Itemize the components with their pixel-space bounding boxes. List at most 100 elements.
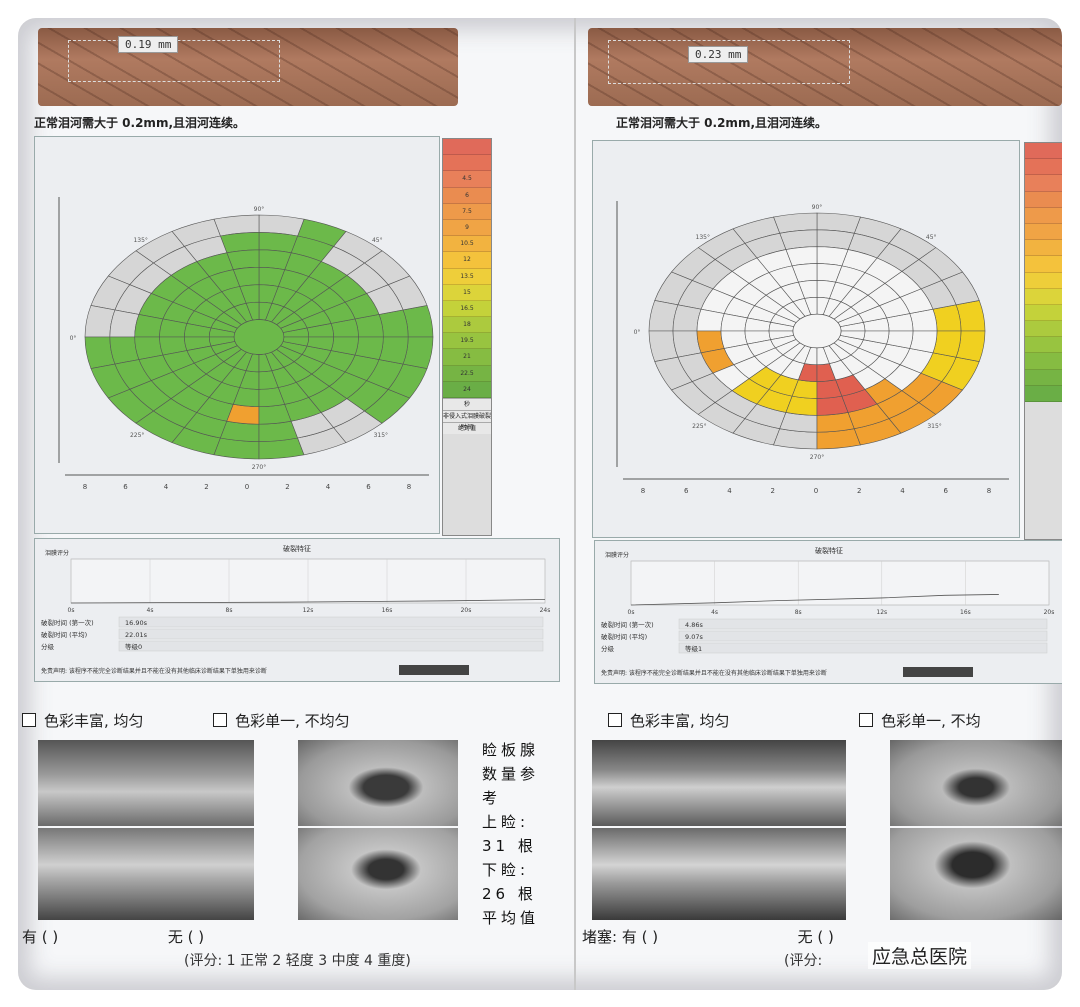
graph-title: 破裂特征 bbox=[815, 546, 843, 555]
graph-row-label: 破裂时间 (平均) bbox=[41, 630, 87, 639]
map-x-tick: 4 bbox=[727, 487, 732, 495]
scale-cell bbox=[1025, 304, 1062, 322]
scale-cell bbox=[1025, 207, 1062, 224]
checkbox-single-color-left[interactable] bbox=[213, 713, 228, 727]
report-page: 0.19 mm 正常泪河需大于 0.2mm,且泪河连续。 8 6 4 2 0 2 4 6 8 90… bbox=[18, 18, 1062, 990]
graph-x-tick: 8s bbox=[226, 607, 233, 614]
blockage-no-left[interactable]: 无 ( ) bbox=[168, 928, 204, 946]
scale-cell: 13.5 bbox=[443, 268, 491, 285]
score-legend-right: (评分: bbox=[784, 953, 823, 969]
map-x-tick: 4 bbox=[164, 483, 169, 491]
blockage-yes-right[interactable]: 有 ( ) bbox=[622, 928, 658, 946]
graph-row-label: 破裂时间 (第一次) bbox=[601, 620, 654, 629]
checkbox-rich-color-left[interactable] bbox=[22, 713, 36, 727]
tear-meniscus-note-right: 正常泪河需大于 0.2mm,且泪河连续。 bbox=[616, 116, 828, 130]
map-x-tick: 2 bbox=[857, 487, 861, 495]
hospital-watermark: 应急总医院 bbox=[868, 942, 972, 969]
gland-blockage-right: 堵塞: 有 ( ) 无 ( ) bbox=[582, 926, 834, 947]
breakup-graph-right: 破裂特征 泪膜评分 0s 4s 8s 12s 16s 20s 破裂时间 (第一次) 4.86s 破裂… bbox=[594, 540, 1062, 684]
map-x-tick: 4 bbox=[900, 487, 905, 495]
gland-count-line: 考 bbox=[482, 789, 502, 807]
breakup-chart-left: 破裂特征泪膜评分 0s 4s 8s 12s 16s 20s 24s 破裂时间 (第一次) 16.9… bbox=[41, 544, 551, 675]
graph-control bbox=[903, 667, 973, 677]
disclaimer: 免责声明: 该程序不能完全诊断结果并且不能在没有其他临床诊断结果下单独用来诊断 bbox=[601, 669, 827, 677]
map-x-tick: 6 bbox=[684, 487, 689, 495]
scale-cell: 21 bbox=[443, 349, 491, 366]
gland-count-line: 下睑: bbox=[482, 861, 530, 879]
scale-cell bbox=[1025, 159, 1062, 176]
meibography-upper-left bbox=[38, 740, 254, 826]
scale-button[interactable]: 绝对值 bbox=[443, 422, 491, 434]
graph-x-tick: 24s bbox=[540, 607, 551, 614]
map-angle-label: 225° bbox=[130, 432, 144, 439]
scale-button[interactable]: 非侵入式泪膜破裂时间 bbox=[443, 410, 491, 431]
scale-cell bbox=[1025, 240, 1062, 257]
map-x-tick: 6 bbox=[944, 487, 949, 495]
graph-row-label: 破裂时间 (第一次) bbox=[41, 618, 94, 627]
map-x-tick: 8 bbox=[987, 487, 991, 495]
scale-cell bbox=[1025, 256, 1062, 273]
left-eye-report: 0.19 mm 正常泪河需大于 0.2mm,且泪河连续。 8 6 4 2 0 2 4 6 8 90… bbox=[18, 18, 574, 990]
map-x-tick: 6 bbox=[366, 483, 371, 491]
map-angle-label: 0° bbox=[70, 335, 77, 342]
graph-y-label: 泪膜评分 bbox=[605, 551, 629, 559]
gland-count-line: 平均值 bbox=[482, 909, 540, 927]
map-x-tick: 8 bbox=[83, 483, 87, 491]
scale-cell: 10.5 bbox=[443, 236, 491, 253]
map-center bbox=[233, 319, 285, 355]
graph-row-value: 等级1 bbox=[685, 644, 702, 653]
score-legend-left: (评分: 1 正常 2 轻度 3 中度 4 重度) bbox=[184, 953, 411, 969]
scale-cell bbox=[1025, 288, 1062, 305]
eye-photo-lower-left bbox=[298, 828, 458, 920]
graph-x-tick: 8s bbox=[795, 609, 802, 616]
map-angle-label: 315° bbox=[927, 423, 941, 430]
map-x-tick: 2 bbox=[285, 483, 289, 491]
meibo-color-options-left: 色彩丰富, 均匀 色彩单一, 不均匀 bbox=[22, 710, 350, 731]
scale-cell: 24 bbox=[443, 381, 491, 398]
graph-x-tick: 0s bbox=[68, 607, 75, 614]
blockage-no-right[interactable]: 无 ( ) bbox=[798, 928, 834, 946]
graph-row-label: 分级 bbox=[601, 644, 615, 653]
map-angle-label: 90° bbox=[812, 204, 823, 211]
scale-cell: 12 bbox=[443, 252, 491, 269]
meibo-color-options-right: 色彩丰富, 均匀 色彩单一, 不均 bbox=[608, 710, 981, 731]
graph-row-value: 等级0 bbox=[125, 642, 142, 651]
nibut-map-right: 8 6 4 2 0 2 4 6 8 90° 270° 0° 135° 45° 225° 315° bbox=[616, 201, 1009, 495]
map-x-tick: 2 bbox=[204, 483, 208, 491]
nibut-map-left: 8 6 4 2 0 2 4 6 8 90° 270° 0° 135° 45° 225° 315° bbox=[58, 197, 434, 491]
blockage-yes-left[interactable]: 有 ( ) bbox=[22, 928, 58, 946]
gland-count-line: 睑板腺 bbox=[482, 741, 540, 759]
scale-cell bbox=[443, 155, 491, 172]
gland-count-line: 数量参 bbox=[482, 765, 540, 783]
scale-cell: 15 bbox=[443, 284, 491, 301]
nibut-map-panel-right: 8 6 4 2 0 2 4 6 8 90° 270° 0° 135° 45° 225° 315° bbox=[592, 140, 1020, 538]
option-rich-color-left: 色彩丰富, 均匀 bbox=[44, 712, 144, 730]
gland-count-line: 26 根 bbox=[482, 885, 537, 903]
scale-cell bbox=[443, 139, 491, 156]
checkbox-single-color-right[interactable] bbox=[859, 713, 874, 727]
map-angle-label: 135° bbox=[133, 237, 147, 244]
graph-x-tick: 16s bbox=[960, 609, 971, 616]
scale-cell: 18 bbox=[443, 317, 491, 334]
column-divider bbox=[574, 18, 576, 990]
graph-x-tick: 16s bbox=[382, 607, 393, 614]
eye-photo-lower-right bbox=[890, 828, 1062, 920]
map-angle-label: 45° bbox=[926, 234, 937, 241]
graph-row-label: 分级 bbox=[41, 642, 55, 651]
map-angle-label: 270° bbox=[252, 464, 266, 471]
graph-row-value: 4.86s bbox=[685, 621, 703, 629]
scale-cell bbox=[1025, 369, 1062, 386]
map-angle-label: 90° bbox=[254, 206, 265, 213]
option-rich-color-right: 色彩丰富, 均匀 bbox=[630, 712, 730, 730]
blockage-prefix-right: 堵塞: bbox=[582, 928, 618, 946]
scale-cell bbox=[1025, 321, 1062, 338]
scale-button[interactable]: 秒 bbox=[443, 398, 491, 410]
graph-row-value: 9.07s bbox=[685, 633, 703, 641]
breakup-chart-right: 破裂特征泪膜评分 0s 4s 8s 12s 16s 20s 破裂时间 (第一次) 4.86s 破裂… bbox=[601, 546, 1054, 677]
scale-cell: 6 bbox=[443, 187, 491, 204]
map-x-tick: 8 bbox=[407, 483, 411, 491]
checkbox-rich-color-right[interactable] bbox=[608, 713, 622, 727]
gland-count-line: 上睑: bbox=[482, 813, 530, 831]
scale-cell bbox=[1025, 191, 1062, 208]
graph-control bbox=[399, 665, 469, 675]
